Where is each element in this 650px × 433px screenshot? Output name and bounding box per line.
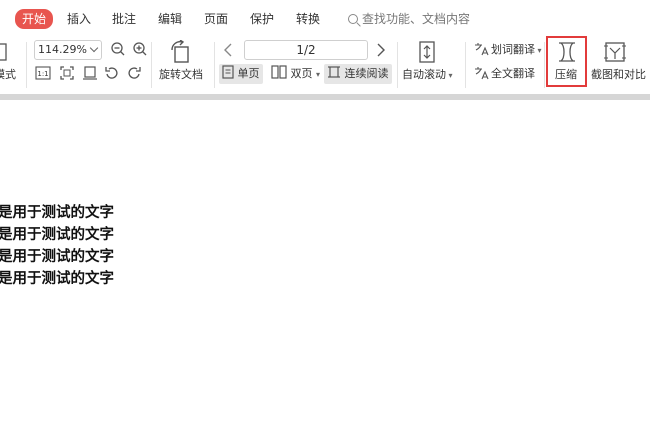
tab-convert[interactable]: 转换 (296, 10, 320, 28)
page-number-input[interactable]: 1/2 (244, 40, 368, 60)
actual-size-text: 1:1 (37, 70, 48, 78)
tab-edit[interactable]: 编辑 (158, 10, 182, 28)
chevron-down-icon: ▾ (535, 46, 542, 55)
divider (214, 42, 215, 88)
full-translate-label[interactable]: 全文翻译 (491, 67, 535, 81)
auto-scroll-icon[interactable] (418, 40, 436, 64)
read-mode-label: 模式 (0, 68, 16, 81)
screenshot-compare-label: 截图和对比 (591, 68, 646, 81)
zoom-out-icon[interactable] (110, 41, 126, 57)
search-icon (348, 14, 358, 24)
rotate-document-label: 旋转文档 (159, 68, 203, 81)
document-line: 是用于测试的文字 (0, 271, 114, 287)
search-placeholder: 查找功能、文档内容 (362, 12, 471, 26)
divider (544, 42, 545, 88)
menu-bar: 开始 插入 批注 编辑 页面 保护 转换 查找功能、文档内容 (0, 0, 650, 36)
zoom-in-icon[interactable] (132, 41, 148, 57)
divider (26, 42, 27, 88)
rotate-left-icon[interactable] (104, 65, 120, 81)
auto-scroll-label[interactable]: 自动滚动 ▾ (402, 68, 453, 83)
compress-highlight-box (546, 36, 587, 87)
chevron-down-icon: ▾ (316, 70, 321, 79)
tab-annotate[interactable]: 批注 (112, 10, 136, 28)
document-line: 是用于测试的文字 (0, 227, 114, 243)
tab-protect[interactable]: 保护 (250, 10, 274, 28)
full-translate-icon[interactable] (473, 66, 489, 80)
single-page-label: 单页 (237, 67, 260, 80)
rotate-right-icon[interactable] (126, 65, 142, 81)
rotate-document-icon[interactable] (168, 40, 194, 64)
divider (151, 42, 152, 88)
document-area: 是用于测试的文字 是用于测试的文字 是用于测试的文字 是用于测试的文字 (0, 100, 650, 433)
actual-size-icon[interactable]: 1:1 (35, 66, 51, 80)
document-line: 是用于测试的文字 (0, 249, 114, 265)
chevron-down-icon (89, 43, 99, 53)
double-page-label: 双页 (290, 67, 313, 80)
previous-page-icon[interactable] (222, 42, 234, 58)
divider (397, 42, 398, 88)
chevron-down-icon: ▾ (446, 71, 453, 80)
divider (465, 42, 466, 88)
fit-width-icon[interactable] (82, 65, 98, 81)
search-box[interactable]: 查找功能、文档内容 (348, 10, 470, 28)
fit-page-icon[interactable] (59, 65, 75, 81)
tab-page[interactable]: 页面 (204, 10, 228, 28)
word-translate-text: 划词翻译 (491, 43, 535, 56)
single-page-button[interactable]: 单页 (219, 64, 263, 84)
word-translate-icon[interactable] (473, 42, 489, 56)
continuous-read-label: 连续阅读 (344, 67, 389, 80)
next-page-icon[interactable] (375, 42, 387, 58)
double-page-icon (271, 65, 287, 79)
single-page-icon (222, 65, 234, 79)
read-mode-icon[interactable] (0, 42, 10, 62)
screenshot-compare-icon[interactable] (603, 40, 627, 64)
continuous-read-button[interactable]: 连续阅读 (324, 64, 392, 84)
word-translate-label[interactable]: 划词翻译 ▾ (491, 43, 542, 58)
auto-scroll-text: 自动滚动 (402, 68, 446, 81)
continuous-read-icon (328, 66, 340, 78)
tab-insert[interactable]: 插入 (67, 10, 91, 28)
zoom-value: 114.29% (38, 43, 87, 56)
document-line: 是用于测试的文字 (0, 205, 114, 221)
zoom-select[interactable]: 114.29% (34, 40, 102, 60)
double-page-button[interactable]: 双页 ▾ (268, 64, 323, 84)
tab-start[interactable]: 开始 (15, 9, 54, 29)
